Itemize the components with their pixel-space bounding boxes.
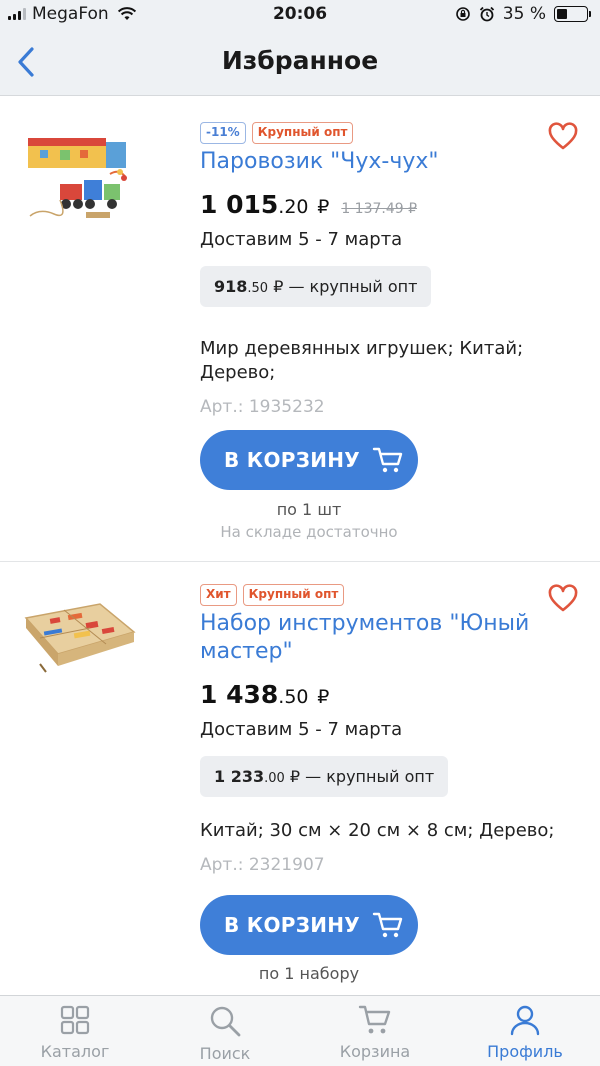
alarm-icon	[479, 6, 494, 22]
page-title: Избранное	[221, 46, 379, 75]
product-image-train[interactable]	[20, 128, 140, 238]
search-icon	[210, 1006, 241, 1037]
status-bar: MegaFon 20:06 35 %	[0, 0, 600, 30]
rotation-lock-icon	[455, 7, 470, 21]
navigation-bar: Избранное	[0, 30, 600, 96]
tab-catalog-label: Каталог	[40, 1042, 110, 1061]
add-to-cart-label: В КОРЗИНУ	[224, 448, 361, 472]
product-sku: Арт.: 2321907	[200, 855, 325, 875]
tab-profile[interactable]: Профиль	[450, 996, 600, 1066]
product-specs: Мир деревянных игрушек; Китай; Дерево;	[200, 338, 524, 383]
tab-catalog[interactable]: Каталог	[0, 996, 150, 1066]
wholesale-price: 1 233.00 ₽ — крупный опт	[200, 756, 449, 797]
product-title[interactable]: Набор инструментов "Юный мастер"	[200, 610, 580, 666]
cart-icon	[372, 447, 403, 473]
add-to-cart-label: В КОРЗИНУ	[224, 913, 361, 937]
wholesale-badge: Крупный опт	[251, 122, 354, 144]
profile-icon	[510, 1005, 540, 1036]
price: 1 015.20 ₽	[200, 190, 330, 219]
cart-icon	[372, 912, 403, 938]
product-specs: Китай; 30 см × 20 см × 8 см; Дерево;	[200, 820, 555, 841]
battery-icon	[554, 6, 591, 22]
discount-badge: -11%	[200, 122, 246, 144]
tab-profile-label: Профиль	[487, 1042, 563, 1061]
hit-badge: Хит	[200, 584, 237, 606]
add-to-cart-button[interactable]: В КОРЗИНУ	[200, 895, 418, 955]
price: 1 438.50 ₽	[200, 680, 330, 709]
wholesale-badge: Крупный опт	[242, 584, 345, 606]
unit-note: по 1 набору	[258, 964, 360, 983]
delivery-info: Доставим 5 - 7 марта	[200, 719, 403, 740]
tab-bar: Каталог Поиск Корзина Профиль	[0, 995, 600, 1066]
tab-cart[interactable]: Корзина	[300, 996, 450, 1066]
tab-cart-label: Корзина	[339, 1042, 411, 1061]
product-card[interactable]: -11% Крупный опт Паровозик "Чух-чух" 1 0…	[0, 100, 600, 562]
wholesale-price: 918.50 ₽ — крупный опт	[200, 266, 432, 307]
add-to-cart-button[interactable]: В КОРЗИНУ	[200, 430, 418, 490]
unit-note: по 1 шт	[276, 500, 342, 519]
old-price: 1 137.49 ₽	[341, 201, 418, 217]
delivery-info: Доставим 5 - 7 марта	[200, 229, 403, 250]
tab-search[interactable]: Поиск	[150, 996, 300, 1066]
stock-status: На складе достаточно	[220, 523, 398, 541]
product-card[interactable]: Хит Крупный опт Набор инструментов "Юный…	[0, 562, 600, 995]
product-title[interactable]: Паровозик "Чух-чух"	[200, 148, 580, 176]
grid-icon	[60, 1005, 90, 1035]
cart-icon	[358, 1005, 391, 1034]
product-sku: Арт.: 1935232	[200, 397, 325, 417]
tab-search-label: Поиск	[199, 1044, 251, 1063]
battery-percent: 35 %	[502, 4, 546, 24]
product-image-tool-set[interactable]	[20, 588, 140, 698]
favorites-list[interactable]: -11% Крупный опт Паровозик "Чух-чух" 1 0…	[0, 100, 600, 995]
